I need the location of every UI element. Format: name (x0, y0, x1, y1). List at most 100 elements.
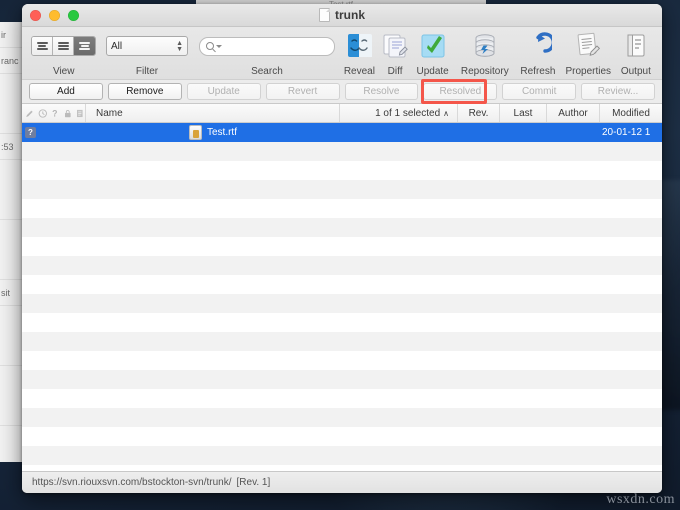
document-icon (319, 8, 330, 22)
toolbar-label-filter: Filter (135, 66, 159, 77)
column-header-author[interactable]: Author (547, 104, 600, 122)
window-title: trunk (335, 8, 365, 22)
add-button[interactable]: Add (29, 83, 103, 100)
resolve-button[interactable]: Resolve (344, 83, 419, 100)
svg-text:?: ? (52, 108, 57, 118)
empty-row[interactable] (22, 294, 662, 313)
update-checkmark-icon (421, 34, 445, 58)
resolved-button[interactable]: Resolved (423, 83, 498, 100)
search-input[interactable] (198, 36, 335, 56)
toolbar-button-properties[interactable]: Properties (561, 31, 616, 79)
view-tree-icon[interactable] (74, 37, 96, 55)
empty-rows-container (22, 142, 662, 465)
toolbar-button-reveal[interactable]: Reveal (339, 31, 379, 79)
selection-count-label: 1 of 1 selected (375, 107, 441, 119)
toolbar-group-filter: All ▲ ▼ Filter (99, 31, 194, 79)
toolbar-label-refresh: Refresh (520, 66, 556, 77)
column-header-modified[interactable]: Modified (600, 104, 662, 122)
toolbar-label-update: Update (416, 66, 449, 77)
flag-columns-header[interactable]: ? (22, 104, 86, 122)
empty-row[interactable] (22, 218, 662, 237)
toolbar-group-view: View (28, 31, 99, 79)
column-header-selection[interactable]: 1 of 1 selected ∧ (340, 104, 458, 122)
sort-caret-icon: ∧ (443, 108, 449, 118)
question-mark-icon: ? (52, 108, 57, 118)
close-button[interactable] (30, 10, 41, 21)
empty-row[interactable] (22, 332, 662, 351)
toolbar-label-view: View (52, 66, 75, 77)
chevron-down-icon[interactable] (215, 44, 222, 48)
row-filename: Test.rtf (206, 127, 237, 138)
toolbar-label-search: Search (251, 66, 283, 77)
window-titlebar[interactable]: trunk (22, 4, 662, 27)
minimize-button[interactable] (49, 10, 60, 21)
empty-row[interactable] (22, 199, 662, 218)
clock-icon (38, 108, 47, 118)
empty-row[interactable] (22, 180, 662, 199)
toolbar-label-repository: Repository (460, 66, 509, 77)
view-grouped-icon[interactable] (53, 37, 75, 55)
empty-row[interactable] (22, 370, 662, 389)
pencil-icon (26, 110, 33, 117)
empty-row[interactable] (22, 275, 662, 294)
empty-row[interactable] (22, 389, 662, 408)
remove-button[interactable]: Remove (107, 83, 182, 100)
lock-icon (64, 109, 71, 117)
empty-row[interactable] (22, 446, 662, 465)
toolbar-button-output[interactable]: Output (616, 31, 656, 79)
main-toolbar: View All ▲ ▼ Filter Search Reveal Diff U… (22, 27, 662, 80)
repository-url: https://svn.riouxsvn.com/bstockton-svn/t… (32, 477, 232, 488)
toolbar-group-search: Search (195, 31, 340, 79)
table-row[interactable]: ? Test.rtf 20-01-12 1 (22, 123, 662, 142)
empty-row[interactable] (22, 408, 662, 427)
row-status-flags: ? (22, 127, 86, 138)
status-badge: ? (25, 127, 36, 138)
refresh-arrow-icon (536, 32, 552, 53)
toolbar-button-diff[interactable]: Diff (380, 31, 411, 79)
toolbar-label-diff: Diff (387, 66, 403, 77)
watermark: wsxdn.com (606, 492, 675, 507)
cornerstone-window: trunk View All ▲ ▼ Filter Search Reveal … (22, 4, 662, 493)
file-list-header: ? Name 1 of 1 selected ∧ Rev. Last Autho… (22, 104, 662, 123)
filter-value: All (111, 40, 123, 52)
empty-row[interactable] (22, 142, 662, 161)
window-title-group: trunk (319, 8, 365, 22)
rtf-file-icon (188, 125, 202, 140)
filter-select[interactable]: All ▲ ▼ (106, 36, 188, 56)
review-button[interactable]: Review... (581, 83, 655, 100)
revision-label: [Rev. 1] (236, 477, 271, 488)
diff-compare-icon (383, 34, 408, 58)
document-icon (77, 109, 83, 117)
row-modified-cell: 20-01-12 1 (602, 127, 651, 138)
empty-row[interactable] (22, 237, 662, 256)
action-button-row: Add Remove Update Revert Resolve Resolve… (22, 79, 662, 104)
empty-row[interactable] (22, 313, 662, 332)
column-header-name[interactable]: Name (86, 104, 340, 122)
empty-row[interactable] (22, 351, 662, 370)
empty-row[interactable] (22, 161, 662, 180)
toolbar-button-update[interactable]: Update (411, 31, 455, 79)
search-icon (205, 42, 214, 50)
file-list-body[interactable]: ? Test.rtf 20-01-12 1 (22, 123, 662, 471)
output-console-icon (627, 34, 645, 57)
toolbar-button-repository[interactable]: Repository (455, 31, 515, 79)
zoom-button[interactable] (68, 10, 79, 21)
view-flat-icon[interactable] (32, 37, 54, 55)
commit-button[interactable]: Commit (502, 83, 577, 100)
traffic-lights (30, 10, 79, 21)
column-header-rev[interactable]: Rev. (458, 104, 500, 122)
view-segmented-control[interactable] (31, 31, 97, 61)
empty-row[interactable] (22, 256, 662, 275)
toolbar-label-output: Output (620, 66, 651, 77)
toolbar-button-refresh[interactable]: Refresh (515, 31, 561, 79)
column-header-last[interactable]: Last (500, 104, 547, 122)
row-name-cell: Test.rtf (86, 125, 340, 140)
update-button[interactable]: Update (186, 83, 261, 100)
empty-row[interactable] (22, 427, 662, 446)
chevron-updown-icon: ▲ ▼ (176, 39, 183, 53)
revert-button[interactable]: Revert (265, 83, 340, 100)
properties-list-icon (577, 32, 601, 56)
status-bar: https://svn.riouxsvn.com/bstockton-svn/t… (22, 471, 662, 493)
toolbar-label-properties: Properties (565, 66, 612, 77)
reveal-finder-icon (348, 34, 373, 57)
